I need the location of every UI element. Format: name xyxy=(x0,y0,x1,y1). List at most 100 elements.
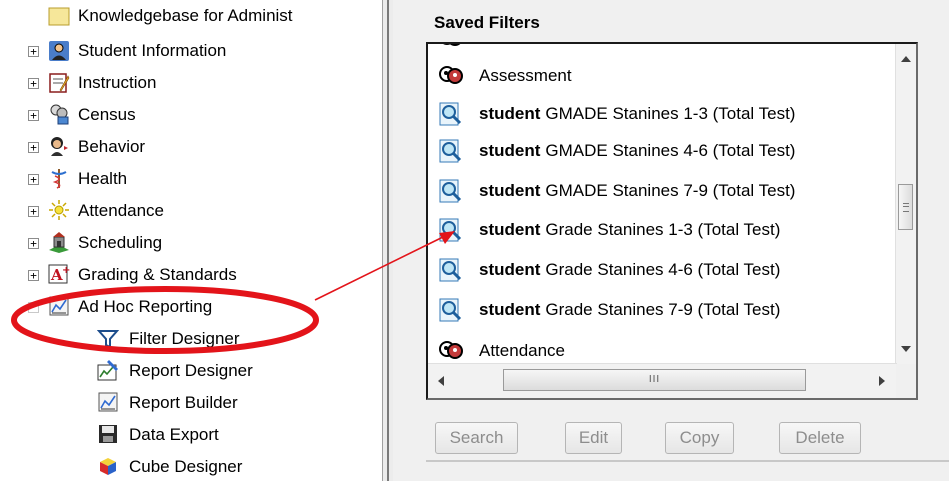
student-information-icon xyxy=(49,41,69,61)
tree-item-label: Ad Hoc Reporting xyxy=(78,297,213,316)
horizontal-scroll-thumb[interactable]: III xyxy=(503,369,806,391)
ad-hoc-reporting-icon xyxy=(49,296,69,316)
edit-button[interactable]: Edit xyxy=(565,422,622,454)
expand-button[interactable]: + xyxy=(28,110,39,121)
list-item-label: Assessment xyxy=(479,66,572,85)
behavior-icon xyxy=(51,137,68,156)
list-item-label: Grade Stanines 7-9 (Total Test) xyxy=(545,300,781,319)
scroll-down-arrow-icon[interactable] xyxy=(901,346,911,352)
tree-item-label: Grading & Standards xyxy=(78,265,237,284)
tree-item-ad-hoc-reporting[interactable]: Ad Hoc Reporting xyxy=(0,292,380,322)
scheduling-icon xyxy=(49,232,69,253)
tree-item-label: Health xyxy=(78,169,128,188)
list-item[interactable]: Attendance xyxy=(438,336,565,366)
list-item[interactable]: student GMADE Stanines 1-3 (Total Test) xyxy=(438,99,795,129)
scrollbar-corner xyxy=(896,364,916,398)
magnifier-filter-icon xyxy=(439,139,462,163)
folder-people-icon xyxy=(439,66,463,84)
expand-button[interactable]: + xyxy=(28,46,39,57)
list-item-label: GMADE Stanines 4-6 (Total Test) xyxy=(545,141,796,160)
attendance-icon xyxy=(49,200,69,220)
tree-item-instruction[interactable]: + Instruction xyxy=(0,68,380,98)
list-item[interactable]: student GMADE Stanines 7-9 (Total Test) xyxy=(438,176,795,206)
horizontal-scrollbar[interactable]: III xyxy=(428,363,897,398)
folder-icon xyxy=(48,7,70,26)
tree-item-label: Data Export xyxy=(129,425,219,444)
list-item[interactable]: student Grade Stanines 7-9 (Total Test) xyxy=(438,295,780,325)
tree-item-report-builder[interactable]: Report Builder xyxy=(0,388,380,418)
tree-item-health[interactable]: + Health xyxy=(0,164,380,194)
tree-item-label: Knowledgebase for Administ xyxy=(78,6,293,25)
list-item[interactable]: student Grade Stanines 1-3 (Total Test) xyxy=(438,215,780,245)
list-item-prefix: student xyxy=(479,220,541,239)
tree-item-data-export[interactable]: Data Export xyxy=(0,420,380,450)
list-item-prefix: student xyxy=(479,181,541,200)
list-item[interactable]: Assessment xyxy=(438,61,572,91)
expand-button[interactable]: + xyxy=(28,174,39,185)
tree-item-label: Report Designer xyxy=(129,361,253,380)
folder-people-icon xyxy=(439,341,463,359)
magnifier-filter-icon xyxy=(439,298,462,322)
magnifier-filter-icon xyxy=(439,102,462,126)
list-item-partial[interactable] xyxy=(438,44,479,54)
grading-icon: A + xyxy=(48,264,70,284)
tree-item-grading-standards[interactable]: + A + Grading & Standards xyxy=(0,260,380,290)
saved-filters-list[interactable]: Assessment student GMADE Stanines 1-3 (T… xyxy=(426,42,918,400)
tree-item-label: Cube Designer xyxy=(129,457,243,476)
tree-item-label: Filter Designer xyxy=(129,329,240,348)
list-item-label: GMADE Stanines 7-9 (Total Test) xyxy=(545,181,796,200)
scroll-right-arrow-icon[interactable] xyxy=(879,376,885,386)
tree-item-label: Report Builder xyxy=(129,393,238,412)
scroll-left-arrow-icon[interactable] xyxy=(438,376,444,386)
tree-item-label: Student Information xyxy=(78,41,227,60)
folder-people-icon xyxy=(443,44,461,46)
list-item-prefix: student xyxy=(479,300,541,319)
vertical-scroll-thumb[interactable] xyxy=(898,184,913,230)
list-item-prefix: student xyxy=(479,104,541,123)
delete-button[interactable]: Delete xyxy=(779,422,861,454)
tree-item-scheduling[interactable]: + Scheduling xyxy=(0,228,380,258)
tree-item-behavior[interactable]: + Behavior xyxy=(0,132,380,162)
list-item-prefix: student xyxy=(479,260,541,279)
health-icon xyxy=(51,169,67,189)
list-item-label: Grade Stanines 1-3 (Total Test) xyxy=(545,220,781,239)
funnel-icon xyxy=(97,330,119,349)
tree-item-report-designer[interactable]: Report Designer xyxy=(0,356,380,386)
tree-item-knowledgebase[interactable]: Knowledgebase for Administ xyxy=(0,2,380,32)
collapse-button[interactable] xyxy=(28,302,39,313)
tree-item-attendance[interactable]: + Attendance xyxy=(0,196,380,226)
list-item-label: Attendance xyxy=(479,341,566,360)
instruction-icon xyxy=(49,73,70,93)
tree-item-label: Census xyxy=(78,105,136,124)
list-item[interactable]: student GMADE Stanines 4-6 (Total Test) xyxy=(438,136,795,166)
report-builder-icon xyxy=(98,392,118,412)
expand-button[interactable]: + xyxy=(28,206,39,217)
tree-item-filter-designer[interactable]: Filter Designer xyxy=(0,324,380,354)
list-item-prefix: student xyxy=(479,141,541,160)
list-item[interactable]: student Grade Stanines 4-6 (Total Test) xyxy=(438,255,780,285)
copy-button[interactable]: Copy xyxy=(665,422,734,454)
magnifier-filter-icon xyxy=(439,258,462,282)
report-designer-icon xyxy=(97,360,118,381)
tree-item-label: Scheduling xyxy=(78,233,163,252)
magnifier-filter-icon xyxy=(439,179,462,203)
expand-button[interactable]: + xyxy=(28,270,39,281)
tree-item-label: Behavior xyxy=(78,137,146,156)
magnifier-filter-icon xyxy=(439,218,462,242)
census-icon xyxy=(50,104,69,125)
tree-item-cube-designer[interactable]: Cube Designer xyxy=(0,452,380,482)
tree-item-label: Instruction xyxy=(78,73,157,92)
expand-button[interactable]: + xyxy=(28,78,39,89)
expand-button[interactable]: + xyxy=(28,142,39,153)
vertical-scrollbar[interactable] xyxy=(895,44,916,364)
tree-item-census[interactable]: + Census xyxy=(0,100,380,130)
navigation-tree: Knowledgebase for Administ + Student Inf… xyxy=(0,0,385,481)
list-item-label: GMADE Stanines 1-3 (Total Test) xyxy=(545,104,796,123)
scroll-up-arrow-icon[interactable] xyxy=(901,56,911,62)
expand-button[interactable]: + xyxy=(28,238,39,249)
saved-filters-panel: Saved Filters Assessment student GMADE S… xyxy=(393,0,949,481)
search-button[interactable]: Search xyxy=(435,422,518,454)
tree-item-label: Attendance xyxy=(78,201,165,220)
tree-item-student-information[interactable]: + Student Information xyxy=(0,36,380,66)
bottom-divider xyxy=(426,460,949,462)
